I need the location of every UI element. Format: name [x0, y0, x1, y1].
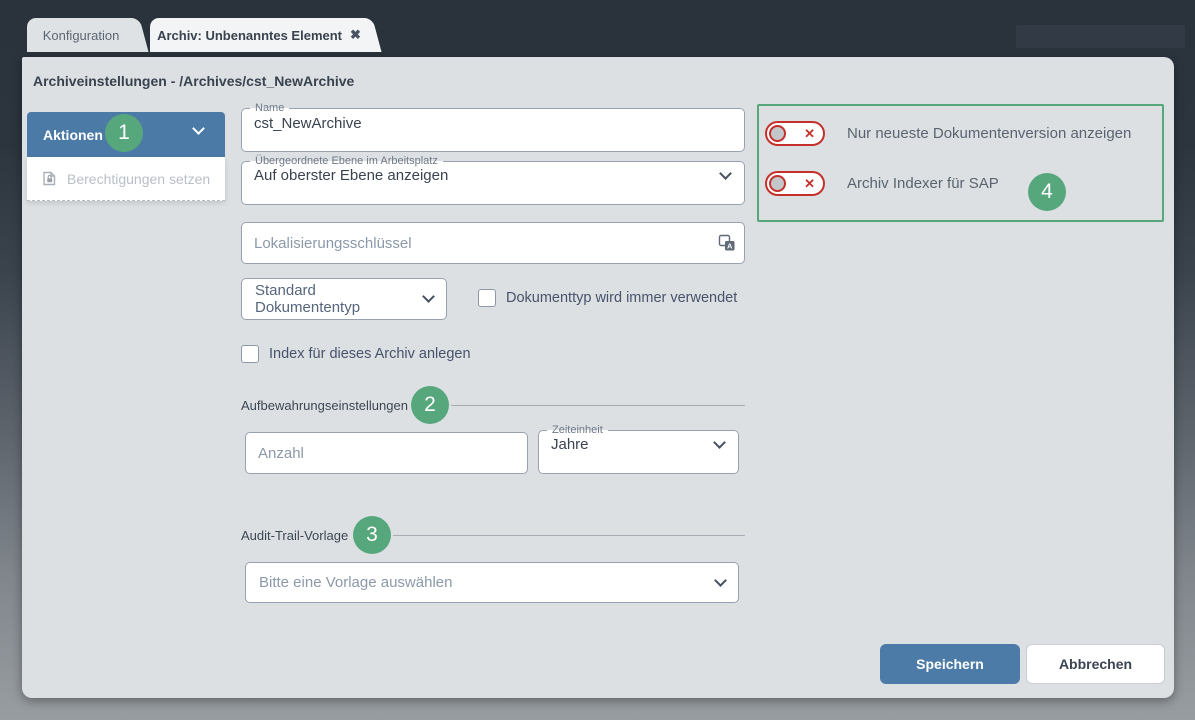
toggle-knob [769, 125, 786, 142]
chevron-down-icon [422, 290, 435, 303]
section-divider [393, 535, 745, 536]
archive-settings-panel: Archiveinstellungen - /Archives/cst_NewA… [22, 57, 1174, 698]
toggle-label: Archiv Indexer für SAP [847, 175, 999, 192]
localization-field: A [241, 222, 745, 264]
tab-label: Archiv: Unbenanntes Element [157, 28, 342, 43]
toggle-off-x-icon: ✕ [804, 127, 815, 140]
chevron-down-icon [714, 574, 727, 587]
audit-template-select[interactable]: Bitte eine Vorlage auswählen [245, 562, 739, 603]
menu-item-label: Berechtigungen setzen [67, 171, 210, 187]
chevron-down-icon [719, 167, 732, 180]
toggle-off-x-icon: ✕ [804, 177, 815, 190]
doctype-always-checkbox[interactable]: Dokumenttyp wird immer verwendet [478, 289, 737, 307]
time-unit-label: Zeiteinheit [547, 425, 608, 436]
section-divider [451, 405, 745, 406]
tab-konfiguration[interactable]: Konfiguration [27, 18, 135, 52]
close-icon[interactable]: ✖ [350, 27, 361, 43]
save-button[interactable]: Speichern [880, 644, 1020, 684]
toggle-group-highlight: ✕ Nur neueste Dokumentenversion anzeigen… [757, 104, 1164, 222]
retention-amount-field [245, 432, 528, 474]
save-button-label: Speichern [916, 656, 984, 672]
localization-key-input[interactable] [241, 222, 745, 264]
document-type-value: Standard Dokumententyp [255, 282, 424, 316]
permissions-lock-icon [41, 170, 58, 187]
audit-section-title: Audit-Trail-Vorlage [241, 528, 348, 543]
svg-text:A: A [727, 241, 733, 250]
toggle-label: Nur neueste Dokumentenversion anzeigen [847, 125, 1131, 142]
topbar-highlight [1016, 25, 1185, 48]
time-unit-value: Jahre [551, 436, 589, 453]
newest-version-toggle[interactable]: ✕ [765, 121, 825, 146]
page-title: Archiveinstellungen - /Archives/cst_NewA… [33, 73, 354, 89]
checkbox-label: Index für dieses Archiv anlegen [269, 346, 471, 362]
index-archive-checkbox[interactable]: Index für dieses Archiv anlegen [241, 345, 471, 363]
tab-archiv-unbenanntes-element[interactable]: Archiv: Unbenanntes Element ✖ [150, 18, 368, 52]
parent-level-label: Übergeordnete Ebene im Arbeitsplatz [250, 156, 443, 167]
toggle-row-sap-indexer: ✕ Archiv Indexer für SAP [765, 171, 999, 196]
sap-indexer-toggle[interactable]: ✕ [765, 171, 825, 196]
audit-template-placeholder: Bitte eine Vorlage auswählen [259, 574, 452, 591]
checkbox-box[interactable] [478, 289, 496, 307]
step-badge-1: 1 [105, 114, 143, 152]
checkbox-label: Dokumenttyp wird immer verwendet [506, 290, 737, 306]
cancel-button[interactable]: Abbrechen [1026, 644, 1165, 684]
cancel-button-label: Abbrechen [1059, 656, 1132, 672]
retention-amount-input[interactable] [245, 432, 528, 474]
chevron-down-icon [192, 122, 205, 135]
step-badge-4: 4 [1028, 173, 1066, 211]
parent-level-value: Auf oberster Ebene anzeigen [254, 167, 448, 184]
document-type-select[interactable]: Standard Dokumententyp [241, 278, 447, 320]
parent-level-select[interactable]: Übergeordnete Ebene im Arbeitsplatz Auf … [241, 156, 745, 205]
name-input[interactable] [242, 114, 719, 138]
menu-item-berechtigungen-setzen[interactable]: Berechtigungen setzen [27, 157, 225, 201]
step-badge-3: 3 [353, 516, 391, 554]
name-field-label: Name [250, 103, 289, 114]
step-badge-2: 2 [411, 386, 449, 424]
time-unit-select[interactable]: Zeiteinheit Jahre [538, 425, 739, 474]
name-field: Name [241, 103, 745, 152]
actions-button-label: Aktionen [43, 127, 103, 143]
chevron-down-icon [713, 436, 726, 449]
toggle-knob [769, 175, 786, 192]
translate-icon[interactable]: A [718, 234, 736, 252]
checkbox-box[interactable] [241, 345, 259, 363]
tab-label: Konfiguration [43, 28, 120, 43]
toggle-row-newest-version: ✕ Nur neueste Dokumentenversion anzeigen [765, 121, 1131, 146]
retention-section-title: Aufbewahrungseinstellungen [241, 398, 408, 413]
